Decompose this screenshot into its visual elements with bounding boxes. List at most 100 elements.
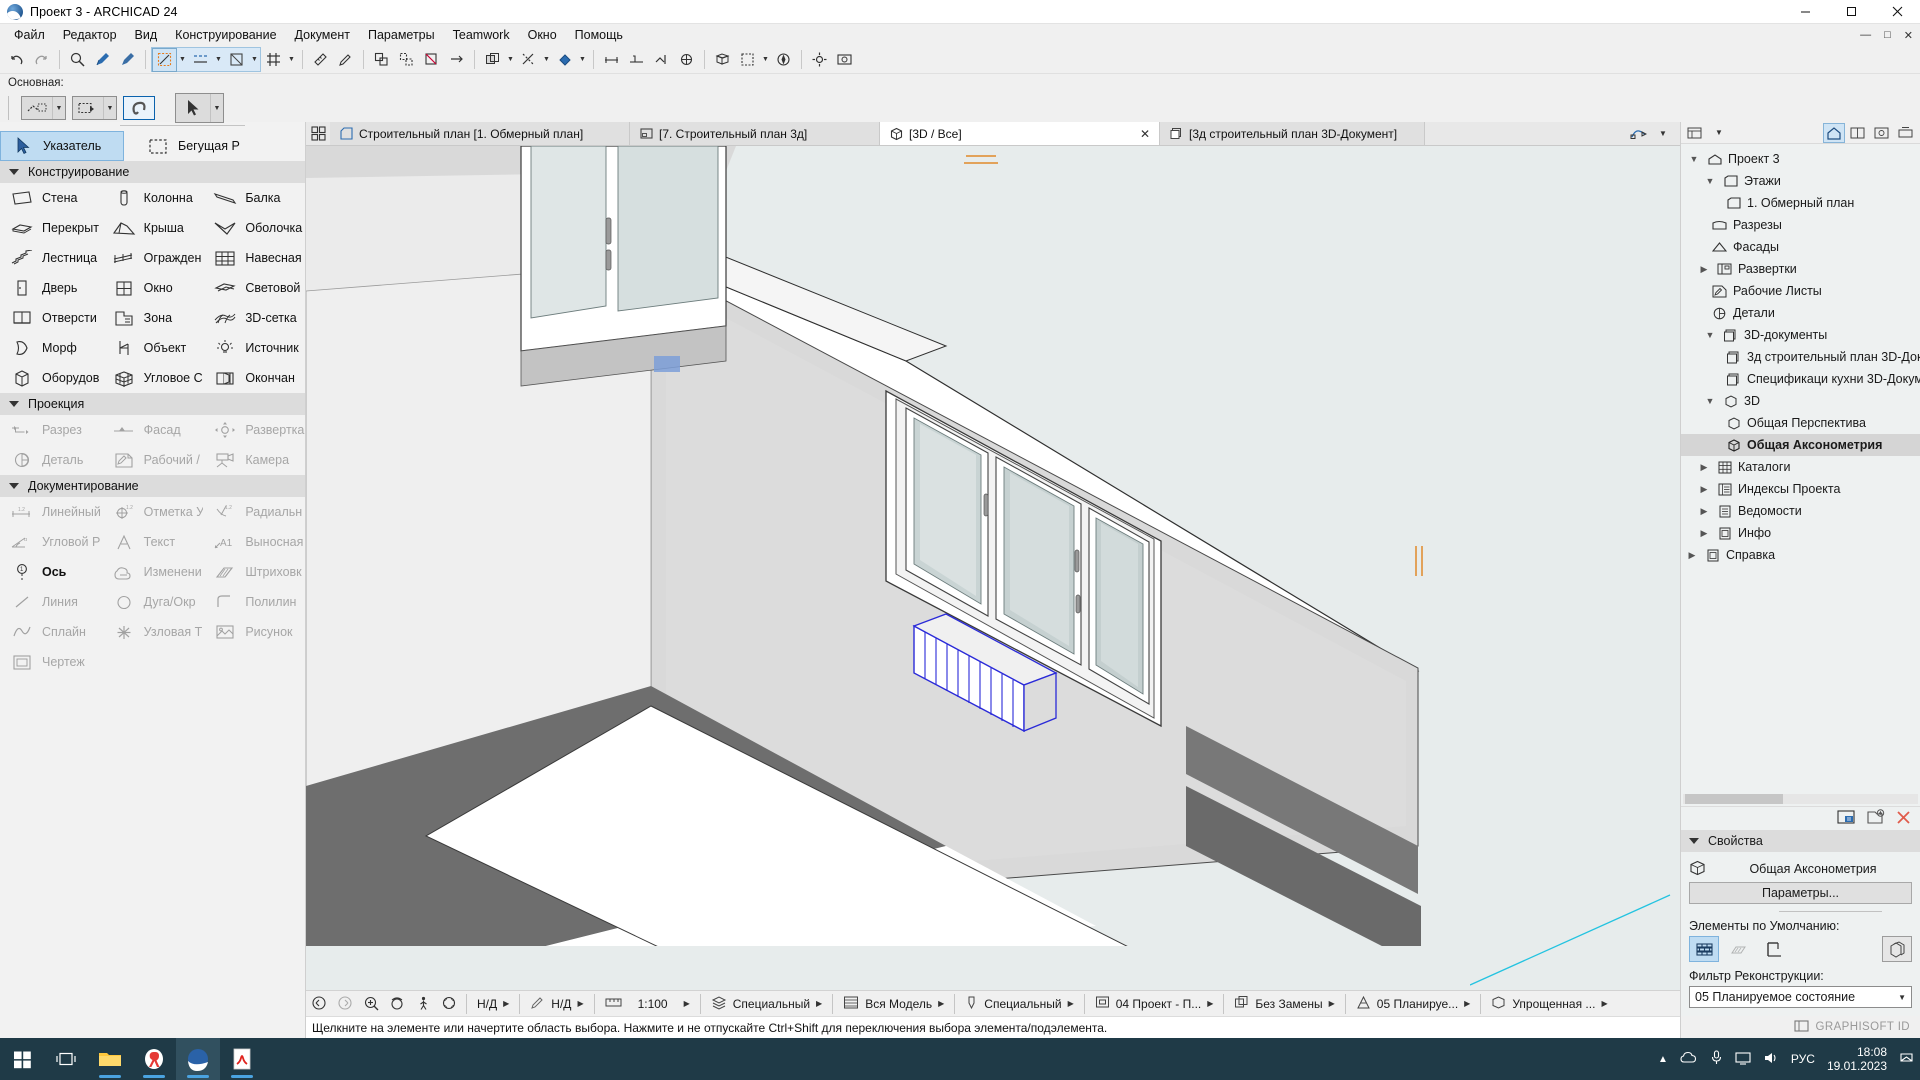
chevron-right-icon[interactable]: ▶ <box>1329 999 1335 1008</box>
file-explorer-icon[interactable] <box>88 1038 132 1080</box>
chevron-right-icon[interactable]: ▶ <box>938 999 944 1008</box>
tool-curtainwall[interactable]: Навесная <box>203 243 305 273</box>
geometry-method-rect[interactable]: ▼ <box>72 96 117 120</box>
tool-window[interactable]: Окно <box>102 273 204 303</box>
dimension-chain-icon[interactable] <box>599 48 624 72</box>
arrow-selection-method[interactable]: ▼ <box>175 93 224 123</box>
tool-detail[interactable]: Деталь <box>0 445 102 475</box>
tool-endwall[interactable]: Окончан <box>203 363 305 393</box>
magic-wand-icon[interactable] <box>65 48 90 72</box>
walk-icon[interactable] <box>410 992 436 1016</box>
home-icon[interactable] <box>1823 122 1845 143</box>
section-marker-icon[interactable] <box>649 48 674 72</box>
suspend-groups-icon[interactable] <box>419 48 444 72</box>
status-field-layer[interactable]: Н/Д ▶ <box>471 992 515 1016</box>
tab-grid-view-icon[interactable] <box>306 122 330 145</box>
minimize-icon[interactable] <box>1782 0 1828 24</box>
pencil-icon[interactable] <box>115 48 140 72</box>
layout-book-icon[interactable] <box>1847 123 1869 143</box>
tool-radial-dim[interactable]: 1.2 Радиальн <box>203 497 305 527</box>
chevron-down-icon[interactable]: ▼ <box>1652 124 1674 144</box>
tool-label[interactable]: A1 Выносная <box>203 527 305 557</box>
tab-floorplan-3d[interactable]: [7. Строительный план 3д] <box>630 122 880 145</box>
tab-close-icon[interactable]: ✕ <box>1140 127 1150 141</box>
tree-item-elevations[interactable]: Фасады <box>1681 236 1920 258</box>
chevron-right-icon[interactable]: ▶ <box>1697 484 1711 495</box>
scrollbar-thumb[interactable] <box>1685 794 1783 804</box>
level-dim-toolbar-icon[interactable] <box>674 48 699 72</box>
group-icon[interactable] <box>369 48 394 72</box>
solid-operations-icon[interactable] <box>480 48 505 72</box>
project-map-icon[interactable] <box>1684 123 1706 143</box>
properties-section-header[interactable]: Свойства <box>1681 830 1920 852</box>
chevron-right-icon[interactable]: ▶ <box>1601 999 1607 1008</box>
chevron-right-icon[interactable]: ▶ <box>1685 550 1699 561</box>
chevron-down-icon[interactable]: ▼ <box>1898 993 1906 1002</box>
chevron-right-icon[interactable]: ▶ <box>1068 999 1074 1008</box>
fill-bucket-dropdown-icon[interactable]: ▼ <box>577 48 588 72</box>
chevron-right-icon[interactable]: ▶ <box>816 999 822 1008</box>
acrobat-reader-icon[interactable] <box>220 1038 264 1080</box>
tool-gridline[interactable]: 1 Ось <box>0 557 102 587</box>
tree-item-help[interactable]: ▶ Справка <box>1681 544 1920 566</box>
pipette-icon[interactable] <box>333 48 358 72</box>
tree-item-sections[interactable]: Разрезы <box>1681 214 1920 236</box>
renovation-filter-select[interactable]: 05 Планируемое состояние ▼ <box>1689 986 1912 1008</box>
chevron-down-icon[interactable]: ▼ <box>1687 154 1701 164</box>
delete-icon[interactable] <box>1895 809 1912 829</box>
tool-worksheet[interactable]: Рабочий / <box>102 445 204 475</box>
status-field-pen[interactable]: Н/Д ▶ <box>524 992 589 1016</box>
undo-icon[interactable] <box>4 48 29 72</box>
3d-viewport[interactable] <box>306 146 1680 990</box>
view-map-icon[interactable] <box>1871 123 1893 143</box>
tree-item-stories[interactable]: ▼ Этажи <box>1681 170 1920 192</box>
tool-drawing[interactable]: Чертеж <box>0 647 102 677</box>
menu-item-window[interactable]: Окно <box>519 25 566 45</box>
tool-cornerwindow[interactable]: Угловое С <box>102 363 204 393</box>
chevron-right-icon[interactable]: ▶ <box>1697 264 1711 275</box>
tool-railing[interactable]: Огражден <box>102 243 204 273</box>
tool-slab[interactable]: Перекрыт <box>0 213 102 243</box>
status-field-3dstyle[interactable]: Упрощенная ... ▶ <box>1485 992 1613 1016</box>
menu-item-design[interactable]: Конструирование <box>166 25 285 45</box>
rect-method-dropdown-icon[interactable]: ▼ <box>103 97 116 119</box>
graphisoft-id-bar[interactable]: GRAPHISOFT ID <box>1681 1016 1920 1038</box>
tree-item-general-perspective[interactable]: Общая Перспектива <box>1681 412 1920 434</box>
chevron-right-icon[interactable]: ▶ <box>503 999 509 1008</box>
windows-start-icon[interactable] <box>0 1038 44 1080</box>
tool-spline[interactable]: Сплайн <box>0 617 102 647</box>
status-field-scale[interactable]: 1:100 ▶ <box>599 992 696 1016</box>
tree-item-schedules[interactable]: ▶ Каталоги <box>1681 456 1920 478</box>
orbit-icon[interactable] <box>384 992 410 1016</box>
zoom-prev-icon[interactable] <box>306 992 332 1016</box>
doc-minimize-icon[interactable]: — <box>1857 29 1874 41</box>
graphisoft-account-icon[interactable] <box>1793 1019 1810 1036</box>
grid-snap-dropdown-icon[interactable]: ▼ <box>286 48 297 72</box>
favorites-icon[interactable] <box>1882 936 1912 962</box>
quick-selection-toggle[interactable] <box>123 96 155 120</box>
auto-dimension-icon[interactable] <box>624 48 649 72</box>
chevron-down-icon[interactable]: ▼ <box>1703 330 1717 340</box>
fill-bucket-icon[interactable] <box>552 48 577 72</box>
guide-lines-icon[interactable] <box>188 48 213 72</box>
tool-wall[interactable]: Стена <box>0 183 102 213</box>
close-icon[interactable] <box>1874 0 1920 24</box>
toolbox-section-documentation[interactable]: Документирование <box>0 475 305 497</box>
chevron-down-icon[interactable]: ▼ <box>1708 123 1730 143</box>
snap-guide-icon[interactable] <box>152 47 177 72</box>
tool-level-dim[interactable]: 1.2 Отметка У <box>102 497 203 527</box>
scrollbar-track[interactable] <box>1683 794 1918 804</box>
tool-line[interactable]: Линия <box>0 587 102 617</box>
fit-window-icon[interactable] <box>436 992 462 1016</box>
marquee-3d-icon[interactable] <box>735 48 760 72</box>
building-materials-icon[interactable] <box>1689 936 1719 962</box>
menu-item-options[interactable]: Параметры <box>359 25 444 45</box>
tree-item-worksheets[interactable]: Рабочие Листы <box>1681 280 1920 302</box>
menu-item-teamwork[interactable]: Teamwork <box>444 25 519 45</box>
tool-skylight[interactable]: Световой <box>203 273 305 303</box>
snap-points-icon[interactable] <box>224 48 249 72</box>
solid-operations-dropdown-icon[interactable]: ▼ <box>505 48 516 72</box>
parameters-button[interactable]: Параметры... <box>1689 882 1912 904</box>
menu-item-view[interactable]: Вид <box>126 25 167 45</box>
status-field-modelview[interactable]: 04 Проект - П... ▶ <box>1089 992 1220 1016</box>
